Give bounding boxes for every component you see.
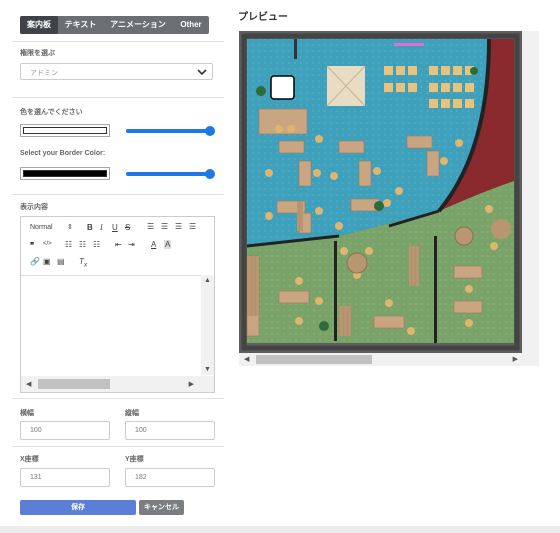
footer-strip bbox=[0, 526, 560, 533]
height-input[interactable]: 100 bbox=[125, 421, 215, 440]
preview-vertical-scrollbar[interactable] bbox=[522, 31, 539, 366]
x-input[interactable]: 131 bbox=[20, 468, 110, 487]
y-input[interactable]: 182 bbox=[125, 468, 215, 487]
underline-icon[interactable]: U bbox=[112, 223, 118, 232]
editor-content[interactable] bbox=[21, 275, 201, 375]
editor-horizontal-scrollbar[interactable]: ◀ ▶ bbox=[21, 376, 214, 392]
chevron-down-icon bbox=[197, 69, 207, 76]
scrollbar-thumb[interactable] bbox=[38, 379, 110, 389]
background-color-icon[interactable]: A bbox=[164, 240, 172, 249]
x-label: X座標 bbox=[20, 456, 39, 463]
bullet-list-icon[interactable]: ☷ bbox=[79, 240, 86, 249]
scroll-down-icon[interactable]: ▼ bbox=[204, 366, 211, 373]
blockquote-icon[interactable]: ❞ bbox=[30, 241, 34, 250]
divider bbox=[12, 41, 224, 42]
width-input[interactable]: 100 bbox=[20, 421, 110, 440]
save-button[interactable]: 保存 bbox=[20, 500, 136, 515]
link-icon[interactable]: 🔗 bbox=[30, 257, 40, 266]
divider bbox=[12, 194, 224, 195]
scrollbar-thumb[interactable] bbox=[256, 355, 372, 364]
permission-label: 権限を選ぶ bbox=[20, 50, 55, 57]
divider bbox=[12, 446, 224, 447]
color-label: 色を選んでください bbox=[20, 109, 83, 116]
strikethrough-icon[interactable]: S bbox=[125, 223, 130, 232]
height-value: 100 bbox=[135, 427, 147, 434]
video-icon[interactable]: ▤ bbox=[57, 257, 65, 266]
settings-panel: 案内板 テキスト アニメーション Other 権限を選ぶ アドミン 色を選んでく… bbox=[0, 0, 224, 533]
divider bbox=[12, 97, 224, 98]
y-label: Y座標 bbox=[125, 456, 144, 463]
image-icon[interactable]: ▣ bbox=[43, 257, 51, 266]
scroll-left-icon[interactable]: ◀ bbox=[244, 355, 249, 363]
tab-text[interactable]: テキスト bbox=[58, 16, 103, 34]
width-value: 100 bbox=[30, 427, 42, 434]
scroll-right-icon[interactable]: ▶ bbox=[513, 355, 518, 363]
permission-value: アドミン bbox=[30, 70, 58, 77]
slider-thumb[interactable] bbox=[205, 126, 215, 136]
floor-map-preview bbox=[239, 31, 522, 353]
cancel-button[interactable]: キャンセル bbox=[139, 500, 184, 515]
format-select-arrow-icon[interactable]: ⇕ bbox=[67, 223, 73, 231]
bold-icon[interactable]: B bbox=[87, 223, 93, 232]
border-color-label: Select your Border Color: bbox=[20, 150, 106, 157]
clear-format-icon[interactable]: Tx bbox=[79, 257, 87, 269]
tab-animation[interactable]: アニメーション bbox=[103, 16, 173, 34]
indent-increase-icon[interactable]: ⇥ bbox=[128, 240, 135, 249]
italic-icon[interactable]: I bbox=[100, 223, 103, 232]
floor-plan-image bbox=[239, 31, 522, 353]
tab-bar: 案内板 テキスト アニメーション Other bbox=[20, 16, 209, 34]
content-label: 表示内容 bbox=[20, 204, 48, 211]
scroll-left-icon[interactable]: ◀ bbox=[26, 380, 31, 388]
indent-decrease-icon[interactable]: ⇤ bbox=[115, 240, 122, 249]
font-color-icon[interactable]: A bbox=[151, 240, 156, 249]
scroll-up-icon[interactable]: ▲ bbox=[204, 277, 211, 284]
scroll-right-icon[interactable]: ▶ bbox=[189, 380, 194, 388]
color-opacity-slider[interactable] bbox=[126, 126, 215, 136]
selected-signboard[interactable] bbox=[270, 75, 295, 100]
permission-select[interactable]: アドミン bbox=[20, 63, 213, 80]
align-right-icon[interactable]: ☰ bbox=[175, 222, 182, 231]
align-center-icon[interactable]: ☰ bbox=[161, 222, 168, 231]
border-opacity-slider[interactable] bbox=[126, 169, 215, 179]
rich-text-editor: Normal ⇕ B I U S ☰ ☰ ☰ ☰ ❞ </> ☷ ☷ ☷ ⇤ ⇥… bbox=[20, 216, 215, 393]
color-picker[interactable] bbox=[20, 124, 110, 137]
ordered-list-icon[interactable]: ☷ bbox=[65, 240, 72, 249]
preview-title: プレビュー bbox=[238, 12, 288, 23]
align-left-icon[interactable]: ☰ bbox=[147, 222, 154, 231]
preview-horizontal-scrollbar[interactable]: ◀ ▶ bbox=[239, 353, 522, 366]
tab-signboard[interactable]: 案内板 bbox=[20, 16, 58, 34]
slider-thumb[interactable] bbox=[205, 169, 215, 179]
width-label: 横幅 bbox=[20, 410, 34, 417]
format-select[interactable]: Normal bbox=[30, 224, 53, 231]
editor-vertical-scrollbar[interactable]: ▲ ▼ bbox=[201, 275, 214, 375]
x-value: 131 bbox=[30, 474, 42, 481]
height-label: 縦幅 bbox=[125, 410, 139, 417]
checklist-icon[interactable]: ☷ bbox=[93, 240, 100, 249]
editor-toolbar: Normal ⇕ B I U S ☰ ☰ ☰ ☰ ❞ </> ☷ ☷ ☷ ⇤ ⇥… bbox=[21, 217, 214, 276]
tab-other[interactable]: Other bbox=[173, 16, 209, 34]
y-value: 182 bbox=[135, 474, 147, 481]
code-block-icon[interactable]: </> bbox=[43, 241, 52, 247]
divider bbox=[12, 398, 224, 399]
align-justify-icon[interactable]: ☰ bbox=[189, 222, 196, 231]
border-color-picker[interactable] bbox=[20, 167, 110, 180]
